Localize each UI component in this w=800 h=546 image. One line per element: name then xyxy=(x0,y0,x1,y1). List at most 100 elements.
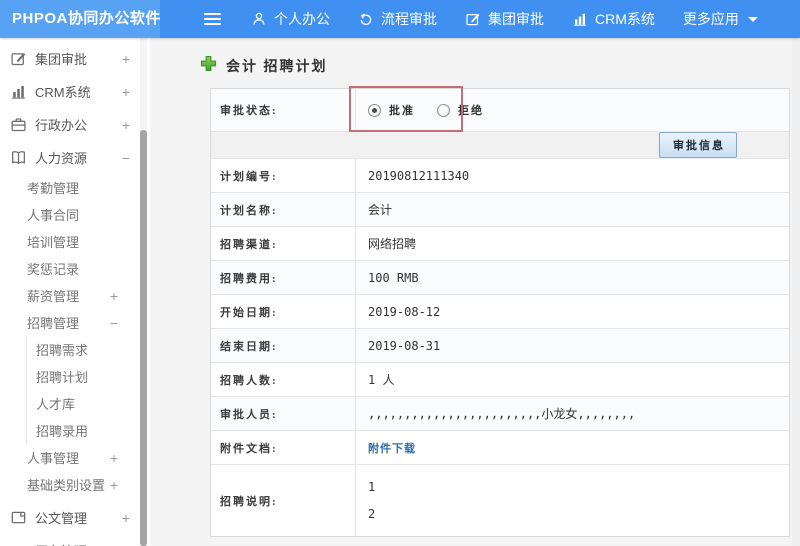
edit-square-icon xyxy=(10,50,27,67)
sidebar-item-label: 奖惩记录 xyxy=(27,262,80,277)
field-row-recruit-channel: 招聘渠道: 网络招聘 xyxy=(211,227,789,261)
sidebar-item-label: 人才库 xyxy=(36,397,76,412)
field-label: 结束日期: xyxy=(211,329,356,362)
edit-square-icon xyxy=(465,11,481,27)
nav-label: 流程审批 xyxy=(381,11,437,27)
nav-group-approval[interactable]: 集团审批 xyxy=(451,0,558,38)
nav-label: 更多应用 xyxy=(682,11,739,27)
attachment-download-link[interactable]: 附件下载 xyxy=(368,440,416,456)
top-bar: PHPOA协同办公软件 个人办公 流程审批 集团审批 CRM系统 更多应用 xyxy=(0,0,800,38)
description-line: 1 xyxy=(368,480,376,494)
field-label: 招聘说明: xyxy=(211,465,356,536)
top-nav: 个人办公 流程审批 集团审批 CRM系统 更多应用 xyxy=(160,0,772,38)
field-value: 2019-08-12 xyxy=(368,304,441,319)
expand-toggle[interactable]: + xyxy=(122,84,130,100)
field-row-start-date: 开始日期: 2019-08-12 xyxy=(211,295,789,329)
field-label: 招聘费用: xyxy=(211,261,356,294)
sidebar-item-official-docs[interactable]: 公文管理 + xyxy=(0,501,150,534)
bar-chart-icon xyxy=(10,83,27,100)
app-brand: PHPOA协同办公软件 xyxy=(0,0,160,38)
field-label: 计划编号: xyxy=(211,159,356,192)
book-icon xyxy=(10,149,27,166)
expand-toggle[interactable]: + xyxy=(110,477,118,493)
radio-label: 拒绝 xyxy=(458,105,484,117)
sidebar-item-salary[interactable]: 薪资管理 + xyxy=(0,282,150,309)
menu-toggle-icon[interactable] xyxy=(204,13,221,25)
sidebar-item-training[interactable]: 培训管理 xyxy=(0,228,150,255)
sidebar-item-recruit-hiring[interactable]: 招聘录用 xyxy=(27,417,150,444)
page-scrollbar-track[interactable] xyxy=(792,38,800,546)
car-icon xyxy=(10,542,27,546)
sidebar-item-human-resources[interactable]: 人力资源 − xyxy=(0,141,150,174)
sidebar-item-attendance[interactable]: 考勤管理 xyxy=(0,174,150,201)
button-row: 审批信息 xyxy=(211,132,789,159)
sidebar-item-label: 薪资管理 xyxy=(27,289,80,304)
sidebar-item-label: 人力资源 xyxy=(35,151,88,166)
sidebar-item-label: 招聘计划 xyxy=(36,370,89,385)
field-value: 1 人 xyxy=(368,373,395,387)
radio-approve[interactable]: 批准 xyxy=(368,102,415,118)
sidebar-item-vehicle[interactable]: 用车管理 + xyxy=(0,534,150,546)
sidebar-item-recruit-management[interactable]: 招聘管理 − xyxy=(0,309,150,336)
field-row-headcount: 招聘人数: 1 人 xyxy=(211,363,789,397)
recruit-submenu: 招聘需求 招聘计划 人才库 招聘录用 xyxy=(26,336,150,444)
caret-down-icon xyxy=(747,16,758,22)
sidebar-item-label: 基础类别设置 xyxy=(27,478,106,493)
page-title: 会计 招聘计划 xyxy=(200,55,800,77)
expand-toggle[interactable]: + xyxy=(122,510,130,526)
field-value: 100 RMB xyxy=(368,270,419,285)
field-value: 网络招聘 xyxy=(368,237,417,251)
radio-reject[interactable]: 拒绝 xyxy=(437,102,484,118)
nav-crm-system[interactable]: CRM系统 xyxy=(558,0,669,38)
bar-chart-icon xyxy=(572,11,588,27)
expand-toggle[interactable]: + xyxy=(110,288,118,304)
expand-toggle[interactable]: + xyxy=(122,117,130,133)
sidebar-item-talent-pool[interactable]: 人才库 xyxy=(27,390,150,417)
field-label: 审批人员: xyxy=(211,397,356,430)
approval-info-button[interactable]: 审批信息 xyxy=(659,132,737,158)
approval-form: 审批状态: 批准 拒绝 审批信息 计划编号: 20190812111340 计划… xyxy=(210,86,790,537)
expand-toggle[interactable]: − xyxy=(110,315,118,331)
nav-label: 集团审批 xyxy=(488,11,544,27)
sidebar-item-hr-contract[interactable]: 人事合同 xyxy=(0,201,150,228)
sidebar-item-label: 公文管理 xyxy=(35,511,88,526)
sidebar-item-label: 招聘需求 xyxy=(36,343,89,358)
field-row-end-date: 结束日期: 2019-08-31 xyxy=(211,329,789,363)
nav-label: CRM系统 xyxy=(595,11,655,27)
sidebar-item-label: 人事管理 xyxy=(27,451,80,466)
field-label: 审批状态: xyxy=(211,89,356,131)
expand-toggle[interactable]: − xyxy=(122,150,130,166)
field-row-attachment: 附件文档: 附件下载 xyxy=(211,431,789,465)
sidebar-item-personnel[interactable]: 人事管理 + xyxy=(0,444,150,471)
expand-toggle[interactable]: + xyxy=(122,543,130,546)
sidebar-item-recruit-demand[interactable]: 招聘需求 xyxy=(27,336,150,363)
add-plus-icon[interactable] xyxy=(200,55,217,77)
approval-status-radio-group: 批准 拒绝 xyxy=(368,102,484,118)
field-row-plan-name: 计划名称: 会计 xyxy=(211,193,789,227)
field-label: 开始日期: xyxy=(211,295,356,328)
expand-toggle[interactable]: + xyxy=(110,450,118,466)
nav-personal-office[interactable]: 个人办公 xyxy=(237,0,344,38)
radio-label: 批准 xyxy=(389,105,415,117)
field-label: 招聘渠道: xyxy=(211,227,356,260)
field-row-recruit-cost: 招聘费用: 100 RMB xyxy=(211,261,789,295)
sidebar-item-reward-punishment[interactable]: 奖惩记录 xyxy=(0,255,150,282)
process-arrow-icon xyxy=(358,11,374,27)
field-row-plan-number: 计划编号: 20190812111340 xyxy=(211,159,789,193)
nav-more-apps[interactable]: 更多应用 xyxy=(669,0,772,38)
sidebar-item-group-approval[interactable]: 集团审批 + xyxy=(0,42,150,75)
expand-toggle[interactable]: + xyxy=(122,51,130,67)
document-icon xyxy=(10,509,27,526)
sidebar-item-label: 人事合同 xyxy=(27,208,80,223)
radio-button-icon[interactable] xyxy=(368,103,381,117)
nav-process-approval[interactable]: 流程审批 xyxy=(344,0,451,38)
field-value: 会计 xyxy=(368,203,393,217)
sidebar-item-recruit-plan[interactable]: 招聘计划 xyxy=(27,363,150,390)
sidebar-scrollbar-thumb[interactable] xyxy=(140,130,147,546)
main-content: 会计 招聘计划 审批状态: 批准 拒绝 审批信息 计划编号: 201908121… xyxy=(150,38,800,546)
sidebar-item-crm[interactable]: CRM系统 + xyxy=(0,75,150,108)
field-value: 20190812111340 xyxy=(368,168,470,183)
radio-button-icon[interactable] xyxy=(437,103,450,117)
sidebar-item-base-categories[interactable]: 基础类别设置 + xyxy=(0,471,150,498)
sidebar-item-admin-office[interactable]: 行政办公 + xyxy=(0,108,150,141)
